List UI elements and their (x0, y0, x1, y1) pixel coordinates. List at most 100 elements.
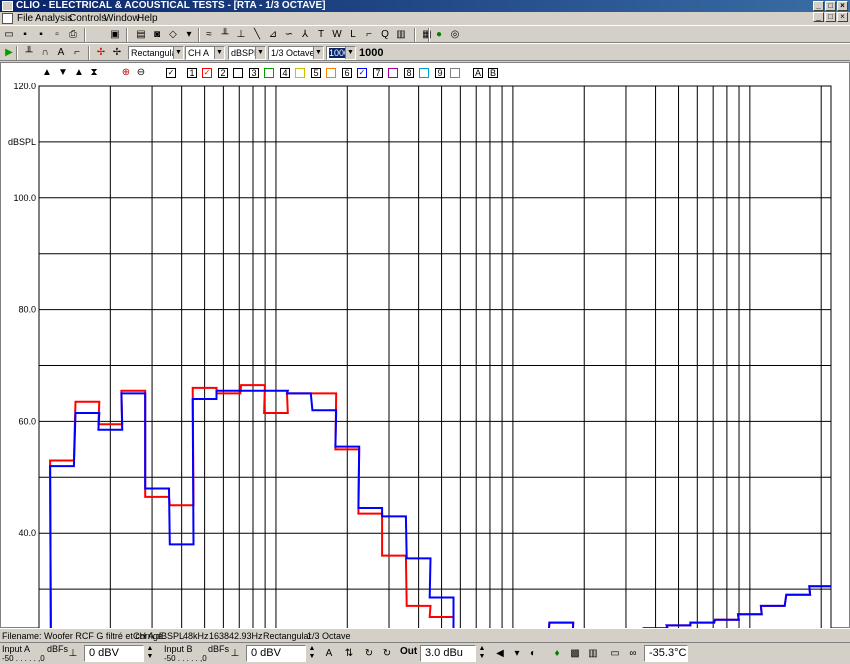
close-button[interactable]: × (837, 1, 848, 11)
curve-9-checkbox[interactable] (450, 68, 460, 78)
status-resolution: 2.93Hz (234, 631, 263, 641)
dropdown-icon[interactable]: ▾ (182, 28, 196, 41)
multimeter-icon[interactable]: ≈ (202, 28, 216, 41)
curve-3-number: 3 (249, 68, 259, 78)
output-level-field[interactable]: 3.0 dBu (420, 645, 476, 662)
arrow-down-icon[interactable]: ▼ (57, 67, 69, 79)
print-icon[interactable]: ⎙ (66, 28, 80, 41)
generator-icon[interactable]: ✢ (94, 46, 108, 59)
autorange-icon[interactable]: ⇅ (342, 647, 356, 661)
mdi-controls: _ □ × (813, 12, 848, 22)
arrow-up-small-icon[interactable]: ▲ (73, 67, 85, 79)
film-icon[interactable]: ▤ (134, 28, 148, 41)
menu-analysis[interactable]: Analysis (35, 12, 72, 25)
curve-7-checkbox[interactable] (388, 68, 398, 78)
leq-icon[interactable]: L (346, 28, 360, 41)
menu-controls[interactable]: Controls (69, 12, 106, 25)
tape-icon[interactable]: ▭ (608, 647, 622, 661)
hold-icon[interactable]: ⌐ (70, 46, 84, 59)
curve-4-checkbox[interactable] (295, 68, 305, 78)
marker-icon[interactable]: ✢ (110, 46, 124, 59)
curve-6-checkbox[interactable]: ✓ (357, 68, 367, 78)
document-icon[interactable] (2, 13, 13, 24)
waterfall-icon[interactable]: ⅄ (298, 28, 312, 41)
mdi-restore-button[interactable]: □ (825, 12, 836, 22)
capture-icon[interactable]: ◙ (150, 28, 164, 41)
units-select[interactable]: dBSPL ▼ (228, 46, 266, 60)
menu-help[interactable]: Help (137, 12, 158, 25)
fft-icon[interactable]: ╨ (218, 28, 232, 41)
curve-3-checkbox[interactable] (264, 68, 274, 78)
curve-1-checkbox[interactable]: ✓ (202, 68, 212, 78)
play-icon[interactable]: ▶ (2, 46, 16, 59)
curve-7-number: 7 (373, 68, 383, 78)
channel-select[interactable]: CH A ▼ (185, 46, 225, 60)
input-a-spinner[interactable]: ▲ ▼ (145, 645, 155, 662)
curve-5-checkbox[interactable] (326, 68, 336, 78)
scope-icon[interactable]: ▥ (394, 28, 408, 41)
maximize-button[interactable]: □ (825, 1, 836, 11)
notes-icon[interactable]: ▣ (108, 28, 122, 41)
decay-icon[interactable]: ╲ (250, 28, 264, 41)
loop-icon[interactable]: ↻ (362, 647, 376, 661)
input-b-range-field[interactable]: 0 dBV (246, 645, 306, 662)
arrow-up-icon[interactable]: ▲ (41, 67, 53, 79)
phantom-icon[interactable]: ⊥ (66, 647, 80, 661)
toolbar-separator (16, 46, 18, 60)
link-icon[interactable]: ∞ (626, 647, 640, 661)
zoom-out-icon[interactable]: ⊖ (135, 67, 147, 79)
menu-window[interactable]: Window (104, 12, 140, 25)
eraser-icon[interactable]: ◇ (166, 28, 180, 41)
resolution-select[interactable]: 1/3 Octave ▼ (268, 46, 324, 60)
curve-4-number: 4 (280, 68, 290, 78)
quality-control-icon[interactable]: Q (378, 28, 392, 41)
toolbar-separator (414, 28, 416, 42)
curve-b-button[interactable]: B (488, 68, 498, 78)
mic-icon[interactable]: ♦ (550, 647, 564, 661)
output-spinner[interactable]: ▲ ▼ (477, 645, 487, 662)
open-folder-icon[interactable]: ▭ (2, 28, 16, 41)
rta-chart[interactable]: 120.0100.080.060.040.020.0dBSPL102050100… (1, 83, 849, 629)
window-type-select[interactable]: Rectangular ▼ (128, 46, 184, 60)
averages-select[interactable]: 1000 ▼ (326, 46, 356, 60)
mdi-minimize-button[interactable]: _ (813, 12, 824, 22)
menu-file[interactable]: File (17, 12, 33, 25)
sinusoidal-icon[interactable]: ∽ (282, 28, 296, 41)
relay-icon[interactable]: ▥ (586, 647, 600, 661)
output-dropdown-icon[interactable]: ▾ (510, 647, 524, 661)
linearity-icon[interactable]: ⌐ (362, 28, 376, 41)
speaker-icon[interactable]: ◀ (493, 647, 507, 661)
impulse-icon[interactable]: ⊥ (234, 28, 248, 41)
loop-back-icon[interactable]: ▩ (568, 647, 582, 661)
input-b-label: Input B (164, 644, 193, 654)
ts-parameters-icon[interactable]: T (314, 28, 328, 41)
app-icon (2, 1, 13, 11)
curve-a-button[interactable]: A (473, 68, 483, 78)
loop2-icon[interactable]: ↻ (380, 647, 394, 661)
about-icon[interactable]: ◎ (448, 28, 462, 41)
expand-icon[interactable]: ⧗ (88, 67, 100, 79)
curve-2-checkbox[interactable] (233, 68, 243, 78)
balanced-icon[interactable]: ◐ (526, 647, 540, 661)
smoothing-icon[interactable]: ∩ (38, 46, 52, 59)
input-a-dbfs-label: dBFs (47, 644, 69, 654)
auto-range-icon[interactable]: A (54, 46, 68, 59)
input-a-range-field[interactable]: 0 dBV (84, 645, 144, 662)
link-ab-icon[interactable]: A (322, 647, 336, 661)
mls-icon[interactable]: ⊿ (266, 28, 280, 41)
bar-graph-icon[interactable]: ╨ (22, 46, 36, 59)
averages-display: 1000 (359, 47, 384, 59)
wow-flutter-icon[interactable]: W (330, 28, 344, 41)
phantom-b-icon[interactable]: ⊥ (228, 647, 242, 661)
mdi-close-button[interactable]: × (837, 12, 848, 22)
save-icon[interactable]: ▪ (18, 28, 32, 41)
help-icon[interactable]: ● (432, 28, 446, 41)
toolbar-separator (84, 28, 86, 42)
minimize-button[interactable]: _ (813, 1, 824, 11)
curve-8-checkbox[interactable] (419, 68, 429, 78)
input-b-spinner[interactable]: ▲ ▼ (307, 645, 317, 662)
zoom-in-icon[interactable]: ⊕ (120, 67, 132, 79)
save-as-icon[interactable]: ▪ (34, 28, 48, 41)
curve-all-checkbox[interactable]: ✓ (166, 68, 176, 78)
export-icon[interactable]: ▫ (50, 28, 64, 41)
